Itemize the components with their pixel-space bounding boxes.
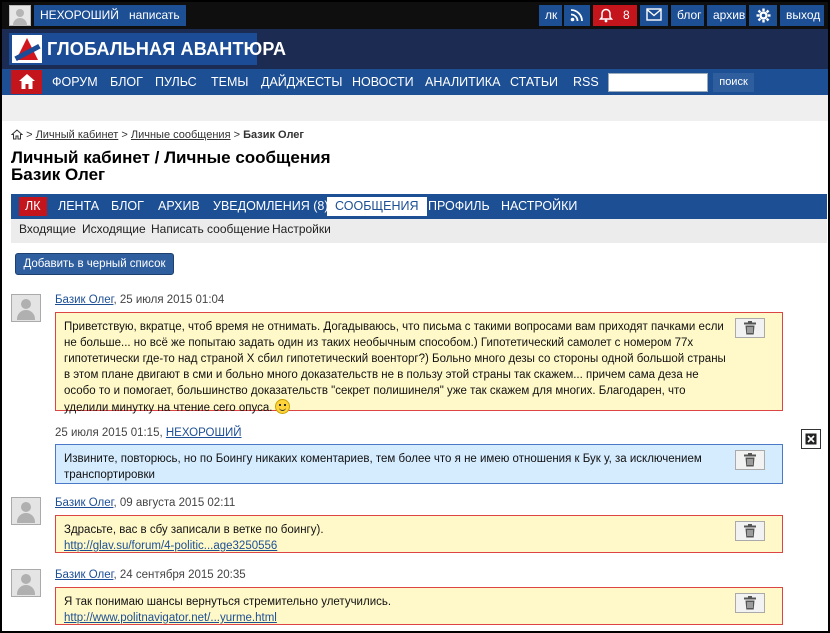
- nav-topics[interactable]: ТЕМЫ: [211, 75, 248, 89]
- breadcrumb-separator: >: [233, 129, 241, 141]
- breadcrumb: > Личный кабинет > Личные сообщения > Ба…: [10, 129, 304, 141]
- delete-button[interactable]: [735, 450, 765, 470]
- message-text: Извините, повторюсь, но по Боингу никаки…: [64, 453, 702, 481]
- breadcrumb-link-messages[interactable]: Личные сообщения: [131, 129, 231, 141]
- top-bar: НЕХОРОШИЙ написать лк 8 блог архив выход: [2, 2, 828, 29]
- page-frame: НЕХОРОШИЙ написать лк 8 блог архив выход…: [0, 0, 830, 633]
- avatar: [11, 569, 41, 597]
- main-nav: ФОРУМ БЛОГ ПУЛЬС ТЕМЫ ДАЙДЖЕСТЫ НОВОСТИ …: [2, 69, 828, 95]
- breadcrumb-separator: >: [121, 129, 128, 141]
- message-outgoing: Извините, повторюсь, но по Боингу никаки…: [55, 444, 783, 484]
- lk-button[interactable]: лк: [539, 5, 562, 26]
- smiley-icon: [275, 399, 291, 414]
- trash-icon: [744, 321, 756, 335]
- delete-button[interactable]: [735, 521, 765, 541]
- blog-button[interactable]: блог: [671, 5, 704, 26]
- breadcrumb-link-cabinet[interactable]: Личный кабинет: [36, 129, 119, 141]
- grey-strip: [2, 95, 828, 121]
- message-date: , 25 июля 2015 01:04: [113, 294, 225, 306]
- sub-nav: Входящие Исходящие Написать сообщение На…: [11, 219, 827, 243]
- avatar: [11, 294, 41, 322]
- nav-articles[interactable]: СТАТЬИ: [510, 75, 558, 89]
- username-button[interactable]: НЕХОРОШИЙ: [34, 5, 125, 26]
- search-button[interactable]: поиск: [713, 73, 754, 92]
- close-button[interactable]: [801, 429, 821, 449]
- nav-news[interactable]: НОВОСТИ: [352, 75, 414, 89]
- message-incoming: Я так понимаю шансы вернуться стремитель…: [55, 587, 783, 625]
- search-input[interactable]: [608, 73, 708, 92]
- message-meta: 25 июля 2015 01:15, НЕХОРОШИЙ: [55, 427, 242, 439]
- user-avatar-icon[interactable]: [9, 5, 31, 26]
- home-icon[interactable]: [10, 129, 24, 140]
- message-link[interactable]: http://www.politnavigator.net/...yurme.h…: [64, 612, 277, 624]
- notifications-button[interactable]: 8: [593, 5, 637, 26]
- message-link[interactable]: http://glav.su/forum/4-politic...age3250…: [64, 540, 277, 552]
- nav-forum[interactable]: ФОРУМ: [52, 75, 98, 89]
- tab-lk[interactable]: ЛК: [19, 197, 47, 216]
- tab-feed[interactable]: ЛЕНТА: [58, 194, 99, 219]
- message-date: , 09 августа 2015 02:11: [113, 497, 236, 509]
- nav-pulse[interactable]: ПУЛЬС: [155, 75, 197, 89]
- subnav-settings[interactable]: Настройки: [272, 222, 331, 236]
- add-to-blacklist-button[interactable]: Добавить в черный список: [15, 253, 174, 275]
- message-meta: Базик Олег, 24 сентября 2015 20:35: [55, 569, 246, 581]
- tab-blog[interactable]: БЛОГ: [111, 194, 144, 219]
- gear-icon[interactable]: [749, 5, 777, 26]
- write-button[interactable]: написать: [123, 5, 186, 26]
- tab-archive[interactable]: АРХИВ: [158, 194, 200, 219]
- cabinet-nav: ЛК ЛЕНТА БЛОГ АРХИВ УВЕДОМЛЕНИЯ (8) СООБ…: [11, 194, 827, 219]
- trash-icon: [744, 596, 756, 610]
- rss-icon[interactable]: [564, 5, 590, 26]
- tab-profile[interactable]: ПРОФИЛЬ: [428, 194, 490, 219]
- message-text: Здрасьте, вас в сбу записали в ветке по …: [64, 524, 324, 536]
- tab-settings[interactable]: НАСТРОЙКИ: [501, 194, 577, 219]
- close-icon: [805, 433, 817, 445]
- avatar: [11, 497, 41, 525]
- home-button[interactable]: [11, 70, 42, 94]
- home-icon: [18, 74, 35, 89]
- logo-band: ГЛОБАЛЬНАЯ АВАНТЮРА: [2, 29, 828, 69]
- nav-blog[interactable]: БЛОГ: [110, 75, 143, 89]
- site-logo[interactable]: ГЛОБАЛЬНАЯ АВАНТЮРА: [9, 33, 286, 65]
- author-link[interactable]: Базик Олег: [55, 497, 113, 509]
- tab-notifications[interactable]: УВЕДОМЛЕНИЯ (8): [213, 194, 329, 219]
- page-subtitle: Базик Олег: [11, 165, 106, 184]
- subnav-compose[interactable]: Написать сообщение: [151, 222, 270, 236]
- author-link[interactable]: Базик Олег: [55, 294, 113, 306]
- message-date: 25 июля 2015 01:15,: [55, 427, 166, 439]
- subnav-outbox[interactable]: Исходящие: [82, 222, 146, 236]
- trash-icon: [744, 453, 756, 467]
- nav-analytics[interactable]: АНАЛИТИКА: [425, 75, 500, 89]
- bell-icon: [599, 8, 613, 23]
- nav-rss[interactable]: RSS: [573, 75, 599, 89]
- message-text: Приветствую, вкратце, чтоб время не отни…: [64, 321, 726, 414]
- logo-mark-icon: [12, 35, 42, 63]
- exit-button[interactable]: выход: [780, 5, 824, 26]
- author-link[interactable]: НЕХОРОШИЙ: [166, 427, 242, 439]
- nav-digests[interactable]: ДАЙДЖЕСТЫ: [261, 75, 342, 89]
- message-incoming: Приветствую, вкратце, чтоб время не отни…: [55, 312, 783, 414]
- delete-button[interactable]: [735, 593, 765, 613]
- subnav-inbox[interactable]: Входящие: [19, 222, 76, 236]
- author-link[interactable]: Базик Олег: [55, 569, 113, 581]
- notifications-count: 8: [623, 8, 630, 22]
- logo-text: ГЛОБАЛЬНАЯ АВАНТЮРА: [47, 39, 287, 59]
- trash-icon: [744, 524, 756, 538]
- tab-messages[interactable]: СООБЩЕНИЯ: [327, 197, 427, 216]
- message-text: Я так понимаю шансы вернуться стремитель…: [64, 596, 392, 608]
- message-meta: Базик Олег, 09 августа 2015 02:11: [55, 497, 235, 509]
- archive-button[interactable]: архив: [707, 5, 746, 26]
- message-meta: Базик Олег, 25 июля 2015 01:04: [55, 294, 224, 306]
- breadcrumb-separator: >: [26, 129, 33, 141]
- mail-icon[interactable]: [640, 5, 668, 26]
- delete-button[interactable]: [735, 318, 765, 338]
- message-incoming: Здрасьте, вас в сбу записали в ветке по …: [55, 515, 783, 553]
- breadcrumb-current: Базик Олег: [243, 129, 304, 141]
- message-date: , 24 сентября 2015 20:35: [113, 569, 246, 581]
